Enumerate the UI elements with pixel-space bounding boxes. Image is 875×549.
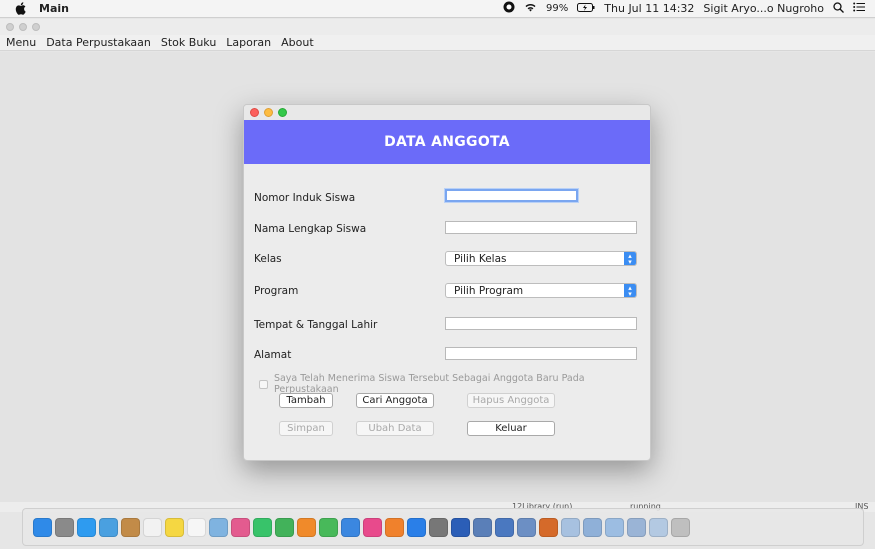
ttl-label: Tempat & Tanggal Lahir: [254, 319, 378, 331]
notes-icon[interactable]: [165, 517, 184, 537]
tambah-button[interactable]: Tambah: [279, 393, 333, 408]
checkbox-label: Saya Telah Menerima Siswa Tersebut Sebag…: [273, 373, 585, 395]
dialog-minimize-button[interactable]: [264, 108, 273, 117]
menu-item-about[interactable]: About: [281, 36, 314, 49]
checkbox-box[interactable]: [259, 379, 268, 389]
menu-item-stok-buku[interactable]: Stok Buku: [161, 36, 216, 49]
preview-icon[interactable]: [99, 517, 118, 537]
messages-icon[interactable]: [253, 517, 272, 537]
alamat-label: Alamat: [254, 349, 292, 361]
contacts-icon[interactable]: [121, 517, 140, 537]
menu-item-data-perpustakaan[interactable]: Data Perpustakaan: [46, 36, 151, 49]
window-5-icon[interactable]: [649, 517, 668, 537]
data-anggota-dialog: DATA ANGGOTA Nomor Induk Siswa Nama Leng…: [243, 104, 651, 461]
main-minimize-button[interactable]: [19, 23, 27, 31]
system-preferences-icon[interactable]: [429, 517, 448, 537]
app-menu-bar: Menu Data Perpustakaan Stok Buku Laporan…: [0, 35, 875, 51]
kelas-select-value: Pilih Kelas: [454, 252, 507, 265]
battery-percent[interactable]: 99%: [546, 3, 568, 14]
keluar-button[interactable]: Keluar: [467, 421, 555, 436]
facetime-icon[interactable]: [275, 517, 294, 537]
main-zoom-button[interactable]: [32, 23, 40, 31]
program-select[interactable]: Pilih Program ▴ ▾: [445, 283, 637, 298]
dock: [22, 508, 864, 546]
photos-icon[interactable]: [231, 517, 250, 537]
notification-center-icon[interactable]: [853, 2, 865, 15]
nama-label: Nama Lengkap Siswa: [254, 223, 367, 235]
nis-label: Nomor Induk Siswa: [254, 192, 356, 204]
nama-field[interactable]: [445, 221, 637, 234]
window-1-icon[interactable]: [561, 517, 580, 537]
active-app-name[interactable]: Main: [39, 2, 69, 15]
alamat-field[interactable]: [445, 347, 637, 360]
menu-item-laporan[interactable]: Laporan: [226, 36, 271, 49]
main-window-titlebar: [0, 19, 875, 35]
konfirmasi-checkbox[interactable]: Saya Telah Menerima Siswa Tersebut Sebag…: [259, 373, 650, 395]
program-select-value: Pilih Program: [454, 284, 524, 297]
app-store-icon[interactable]: [407, 517, 426, 537]
simpan-button[interactable]: Simpan: [279, 421, 333, 436]
dialog-header: DATA ANGGOTA: [244, 120, 650, 164]
window-3-icon[interactable]: [605, 517, 624, 537]
wifi-icon[interactable]: [524, 2, 537, 15]
trash-icon[interactable]: [671, 517, 690, 537]
dialog-close-button[interactable]: [250, 108, 259, 117]
remote-desktop-icon[interactable]: [473, 517, 492, 537]
dialog-titlebar: [244, 105, 650, 120]
macos-menu-bar: Main 99% Thu Jul 11 14:32 Sigit Aryo...o…: [0, 0, 875, 18]
finder-icon[interactable]: [33, 517, 52, 537]
apple-icon[interactable]: [13, 2, 27, 16]
main-close-button[interactable]: [6, 23, 14, 31]
kelas-select[interactable]: Pilih Kelas ▴ ▾: [445, 251, 637, 266]
word-icon[interactable]: [451, 517, 470, 537]
dialog-zoom-button[interactable]: [278, 108, 287, 117]
menubar-user[interactable]: Sigit Aryo...o Nugroho: [703, 2, 824, 15]
kelas-label: Kelas: [254, 253, 282, 265]
window-4-icon[interactable]: [627, 517, 646, 537]
nis-field[interactable]: [445, 189, 578, 202]
photo-icon[interactable]: [209, 517, 228, 537]
pages-icon[interactable]: [297, 517, 316, 537]
kelas-select-arrow-icon: ▴ ▾: [624, 252, 636, 265]
network-icon[interactable]: [517, 517, 536, 537]
reminders-icon[interactable]: [187, 517, 206, 537]
numbers-icon[interactable]: [319, 517, 338, 537]
program-select-arrow-icon: ▴ ▾: [624, 284, 636, 297]
program-label: Program: [254, 285, 299, 297]
ttl-field[interactable]: [445, 317, 637, 330]
window-2-icon[interactable]: [583, 517, 602, 537]
cari-anggota-button[interactable]: Cari Anggota: [356, 393, 434, 408]
screen-record-icon[interactable]: [503, 1, 515, 16]
menu-item-menu[interactable]: Menu: [6, 36, 36, 49]
ibooks-icon[interactable]: [385, 517, 404, 537]
java-icon[interactable]: [539, 517, 558, 537]
calendar-icon[interactable]: [143, 517, 162, 537]
ubah-data-button[interactable]: Ubah Data: [356, 421, 434, 436]
itunes-icon[interactable]: [363, 517, 382, 537]
hapus-anggota-button[interactable]: Hapus Anggota: [467, 393, 555, 408]
battery-icon[interactable]: [577, 2, 595, 15]
launchpad-icon[interactable]: [55, 517, 74, 537]
dialog-title: DATA ANGGOTA: [384, 134, 510, 150]
menubar-clock[interactable]: Thu Jul 11 14:32: [604, 2, 694, 15]
spotlight-search-icon[interactable]: [833, 1, 844, 16]
keynote-icon[interactable]: [341, 517, 360, 537]
safari-icon[interactable]: [77, 517, 96, 537]
virtualbox-icon[interactable]: [495, 517, 514, 537]
